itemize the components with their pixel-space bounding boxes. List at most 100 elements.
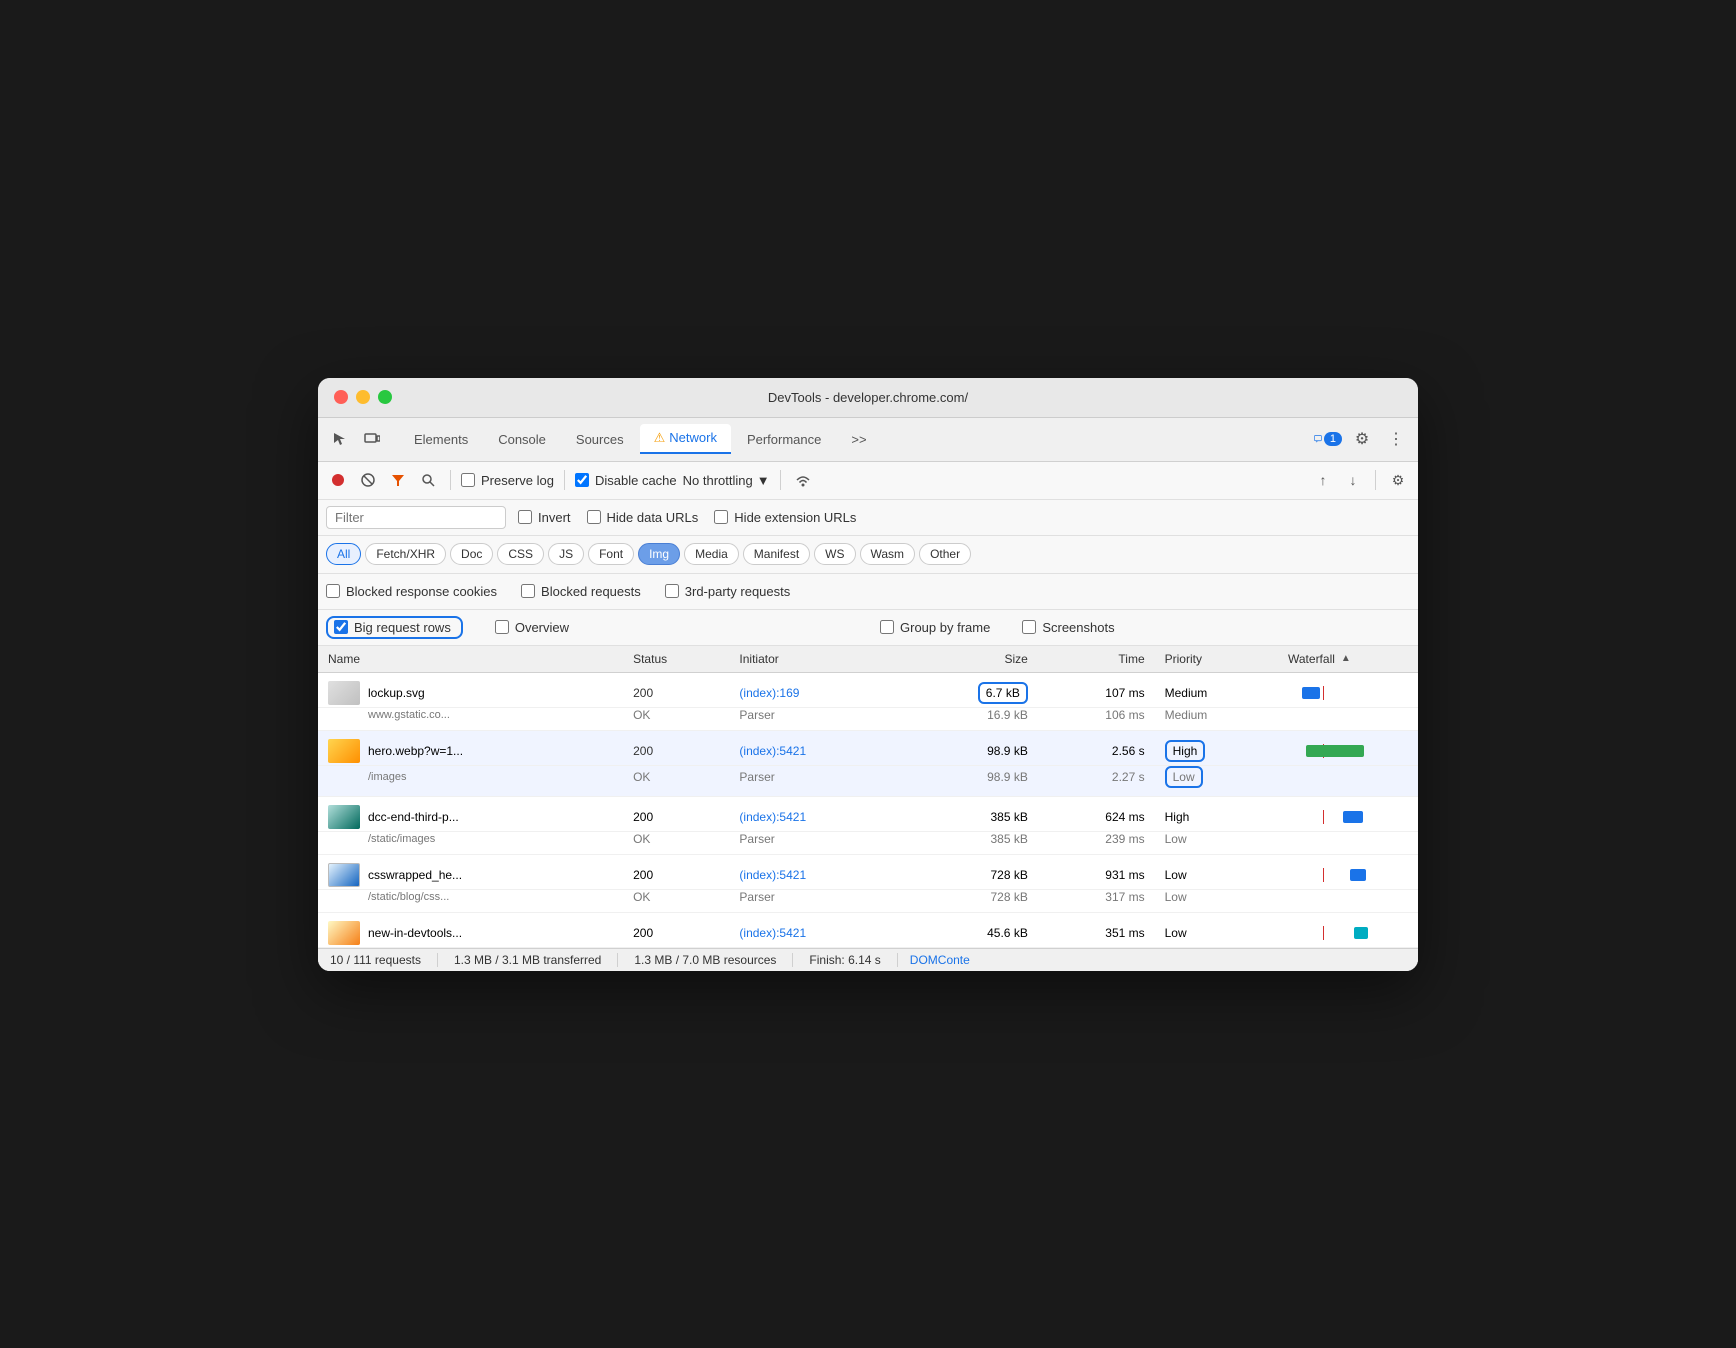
type-btn-doc[interactable]: Doc bbox=[450, 543, 493, 565]
type-btn-img[interactable]: Img bbox=[638, 543, 680, 565]
preserve-log-input[interactable] bbox=[461, 473, 475, 487]
hide-data-urls-checkbox[interactable]: Hide data URLs bbox=[587, 510, 699, 525]
download-icon[interactable]: ↓ bbox=[1341, 468, 1365, 492]
record-button[interactable] bbox=[326, 468, 350, 492]
group-by-frame-input[interactable] bbox=[880, 620, 894, 634]
responsive-icon[interactable] bbox=[358, 425, 386, 453]
type-btn-other[interactable]: Other bbox=[919, 543, 971, 565]
throttle-dropdown[interactable]: No throttling ▼ bbox=[683, 473, 770, 488]
invert-input[interactable] bbox=[518, 510, 532, 524]
type-btn-ws[interactable]: WS bbox=[814, 543, 855, 565]
disable-cache-label: Disable cache bbox=[595, 473, 677, 488]
blocked-requests-checkbox[interactable]: Blocked requests bbox=[521, 584, 641, 599]
initiator-link[interactable]: (index):169 bbox=[739, 686, 799, 700]
tab-elements[interactable]: Elements bbox=[400, 426, 482, 453]
row-waterfall-cell bbox=[1278, 854, 1418, 889]
overview-input[interactable] bbox=[495, 620, 509, 634]
row-priority-cell: High bbox=[1155, 796, 1278, 831]
type-btn-js[interactable]: JS bbox=[548, 543, 584, 565]
col-time[interactable]: Time bbox=[1038, 646, 1155, 673]
type-btn-manifest[interactable]: Manifest bbox=[743, 543, 810, 565]
tab-network[interactable]: ⚠Network bbox=[640, 424, 731, 454]
cursor-icon[interactable] bbox=[326, 425, 354, 453]
file-name: new-in-devtools... bbox=[368, 926, 462, 940]
third-party-input[interactable] bbox=[665, 584, 679, 598]
network-settings-icon[interactable]: ⚙ bbox=[1386, 468, 1410, 492]
row-name-cell: new-in-devtools... bbox=[318, 912, 623, 947]
filter-input[interactable] bbox=[326, 506, 506, 529]
upload-icon[interactable]: ↑ bbox=[1311, 468, 1335, 492]
group-by-frame-checkbox[interactable]: Group by frame bbox=[880, 620, 990, 635]
row-waterfall-cell bbox=[1278, 796, 1418, 831]
initiator-link[interactable]: (index):5421 bbox=[739, 744, 806, 758]
domconte-label[interactable]: DOMConte bbox=[910, 953, 970, 967]
type-btn-font[interactable]: Font bbox=[588, 543, 634, 565]
settings-icon[interactable]: ⚙ bbox=[1348, 425, 1376, 453]
dom-content-link[interactable]: DOMConte bbox=[898, 953, 982, 967]
big-rows-input[interactable] bbox=[334, 620, 348, 634]
preserve-log-checkbox[interactable]: Preserve log bbox=[461, 473, 554, 488]
requests-count: 10 / 111 requests bbox=[330, 953, 438, 967]
third-party-checkbox[interactable]: 3rd-party requests bbox=[665, 584, 791, 599]
row-status-sub: OK bbox=[623, 765, 729, 796]
tab-bar: Elements Console Sources ⚠Network Perfor… bbox=[318, 418, 1418, 462]
minimize-button[interactable] bbox=[356, 390, 370, 404]
screenshots-checkbox[interactable]: Screenshots bbox=[1022, 620, 1114, 635]
blocked-cookies-checkbox[interactable]: Blocked response cookies bbox=[326, 584, 497, 599]
hide-ext-urls-checkbox[interactable]: Hide extension URLs bbox=[714, 510, 856, 525]
tab-more[interactable]: >> bbox=[837, 426, 880, 453]
row-initiator-cell: (index):5421 bbox=[729, 796, 900, 831]
col-waterfall[interactable]: Waterfall ▲ bbox=[1278, 646, 1418, 672]
table-row[interactable]: hero.webp?w=1... 200 (index):5421 98.9 k… bbox=[318, 730, 1418, 765]
invert-checkbox[interactable]: Invert bbox=[518, 510, 571, 525]
col-status[interactable]: Status bbox=[623, 646, 729, 673]
type-btn-all[interactable]: All bbox=[326, 543, 361, 565]
chat-icon[interactable]: 1 bbox=[1314, 425, 1342, 453]
row-size-cell: 98.9 kB bbox=[900, 730, 1038, 765]
hide-data-urls-input[interactable] bbox=[587, 510, 601, 524]
thumb-hero bbox=[328, 739, 360, 763]
clear-button[interactable] bbox=[356, 468, 380, 492]
col-initiator[interactable]: Initiator bbox=[729, 646, 900, 673]
waterfall-bar bbox=[1306, 745, 1364, 757]
table-row[interactable]: lockup.svg 200 (index):169 6.7 kB 107 ms… bbox=[318, 672, 1418, 707]
disable-cache-checkbox[interactable]: Disable cache bbox=[575, 473, 677, 488]
filter-button[interactable] bbox=[386, 468, 410, 492]
row-priority-cell: Low bbox=[1155, 854, 1278, 889]
type-filter-bar: All Fetch/XHR Doc CSS JS Font Img Media … bbox=[318, 536, 1418, 574]
table-row[interactable]: dcc-end-third-p... 200 (index):5421 385 … bbox=[318, 796, 1418, 831]
blocked-cookies-input[interactable] bbox=[326, 584, 340, 598]
close-button[interactable] bbox=[334, 390, 348, 404]
row-size-cell: 385 kB bbox=[900, 796, 1038, 831]
window-title: DevTools - developer.chrome.com/ bbox=[768, 390, 968, 405]
disable-cache-input[interactable] bbox=[575, 473, 589, 487]
tab-console[interactable]: Console bbox=[484, 426, 560, 453]
tab-sources[interactable]: Sources bbox=[562, 426, 638, 453]
initiator-link[interactable]: (index):5421 bbox=[739, 926, 806, 940]
row-time-cell: 351 ms bbox=[1038, 912, 1155, 947]
type-btn-css[interactable]: CSS bbox=[497, 543, 544, 565]
col-priority[interactable]: Priority bbox=[1155, 646, 1278, 673]
blocked-requests-input[interactable] bbox=[521, 584, 535, 598]
more-icon[interactable]: ⋮ bbox=[1382, 425, 1410, 453]
type-btn-wasm[interactable]: Wasm bbox=[860, 543, 916, 565]
type-btn-fetch-xhr[interactable]: Fetch/XHR bbox=[365, 543, 446, 565]
initiator-link[interactable]: (index):5421 bbox=[739, 868, 806, 882]
overview-checkbox[interactable]: Overview bbox=[495, 620, 569, 635]
table-row[interactable]: new-in-devtools... 200 (index):5421 45.6… bbox=[318, 912, 1418, 947]
file-name: dcc-end-third-p... bbox=[368, 810, 459, 824]
wifi-icon[interactable] bbox=[791, 468, 815, 492]
screenshots-input[interactable] bbox=[1022, 620, 1036, 634]
type-btn-media[interactable]: Media bbox=[684, 543, 739, 565]
big-rows-checkbox[interactable]: Big request rows bbox=[326, 616, 463, 639]
col-name[interactable]: Name bbox=[318, 646, 623, 673]
search-button[interactable] bbox=[416, 468, 440, 492]
thumb-lockup bbox=[328, 681, 360, 705]
row-url-sub: /images bbox=[318, 765, 623, 796]
maximize-button[interactable] bbox=[378, 390, 392, 404]
hide-ext-urls-input[interactable] bbox=[714, 510, 728, 524]
table-row[interactable]: csswrapped_he... 200 (index):5421 728 kB… bbox=[318, 854, 1418, 889]
tab-performance[interactable]: Performance bbox=[733, 426, 835, 453]
initiator-link[interactable]: (index):5421 bbox=[739, 810, 806, 824]
col-size[interactable]: Size bbox=[900, 646, 1038, 673]
